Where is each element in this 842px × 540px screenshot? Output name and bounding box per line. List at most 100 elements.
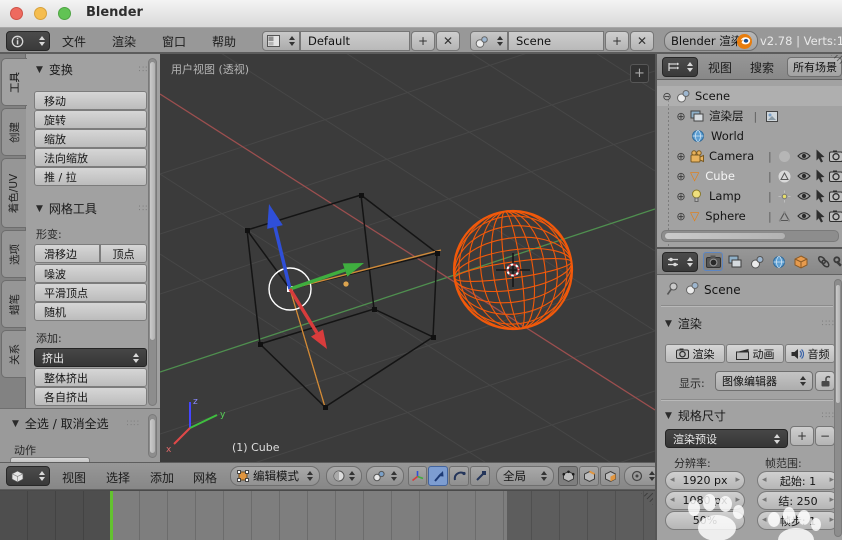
shelf-tab-tools[interactable]: 工具 bbox=[1, 58, 27, 106]
eye-icon[interactable] bbox=[797, 171, 811, 181]
outliner-row-sphere[interactable]: ⊕ ▽ Sphere | bbox=[657, 206, 842, 226]
mesh-menu[interactable]: 网格 bbox=[193, 469, 217, 486]
render-toggle-camera-icon[interactable] bbox=[829, 190, 842, 202]
cursor-select-icon[interactable] bbox=[815, 169, 826, 183]
shelf-scrollbar-track[interactable] bbox=[148, 58, 157, 406]
editor-type-3dview-button[interactable] bbox=[6, 466, 50, 486]
select-all-panel-header[interactable]: ▼ 全选 / 取消全选 ∷∷ bbox=[12, 415, 140, 432]
region-expand-button[interactable]: + bbox=[630, 64, 649, 83]
expand-icon[interactable]: ⊕ bbox=[675, 110, 687, 123]
mode-dropdown[interactable]: 编辑模式 bbox=[230, 466, 320, 486]
cursor-select-icon[interactable] bbox=[815, 209, 826, 223]
select-menu[interactable]: 选择 bbox=[106, 469, 130, 486]
manipulator-rotate-button[interactable] bbox=[449, 466, 469, 486]
rotate-button[interactable]: 旋转 bbox=[34, 110, 147, 129]
render-presets-dropdown[interactable]: 渲染预设 bbox=[665, 429, 788, 448]
tab-constraints[interactable] bbox=[813, 252, 833, 271]
outliner-view-menu[interactable]: 视图 bbox=[708, 59, 732, 76]
viewport-shading-dropdown[interactable] bbox=[326, 466, 362, 486]
outliner-row-cube[interactable]: ⊕ ▽ Cube | bbox=[657, 166, 842, 186]
editor-type-info-button[interactable] bbox=[6, 31, 50, 51]
manipulator-translate-button[interactable] bbox=[428, 466, 448, 486]
outliner-filter-dropdown[interactable]: 所有场景 bbox=[787, 57, 842, 77]
expand-icon[interactable]: ⊕ bbox=[675, 210, 687, 223]
properties-scrollbar-thumb[interactable] bbox=[835, 284, 841, 404]
menu-help[interactable]: 帮助 bbox=[212, 33, 236, 50]
collapse-icon[interactable]: ⊖ bbox=[661, 90, 673, 103]
pivot-point-dropdown[interactable] bbox=[366, 466, 404, 486]
dimensions-panel-header[interactable]: ▼ 规格尺寸 ∷∷ bbox=[665, 407, 835, 424]
tab-modifiers[interactable] bbox=[833, 252, 842, 271]
extrude-dropdown[interactable]: 挤出 bbox=[34, 348, 147, 367]
lower-scrollbar-track[interactable] bbox=[148, 414, 157, 458]
scale-button[interactable]: 缩放 bbox=[34, 129, 147, 148]
render-toggle-camera-icon[interactable] bbox=[829, 150, 842, 162]
menu-render[interactable]: 渲染 bbox=[112, 33, 136, 50]
cursor-select-icon[interactable] bbox=[815, 189, 826, 203]
expand-icon[interactable]: ⊕ bbox=[675, 190, 687, 203]
cursor-select-icon[interactable] bbox=[815, 149, 826, 163]
shelf-tab-relations[interactable]: 关系 bbox=[1, 330, 26, 378]
vertex-slide-button[interactable]: 顶点 bbox=[100, 244, 147, 263]
panel-grip-icon[interactable]: ∷∷ bbox=[822, 411, 835, 421]
translate-button[interactable]: 移动 bbox=[34, 91, 147, 110]
render-audio-button[interactable]: 音频 bbox=[785, 344, 835, 363]
manipulator-toggle-button[interactable] bbox=[408, 466, 427, 486]
shelf-tab-create[interactable]: 创建 bbox=[1, 108, 26, 156]
image-icon[interactable] bbox=[765, 110, 779, 123]
smooth-vertex-button[interactable]: 平滑顶点 bbox=[34, 283, 147, 302]
properties-scrollbar-track[interactable] bbox=[834, 279, 842, 537]
screen-layout-add-button[interactable]: + bbox=[411, 31, 435, 51]
shelf-tab-options[interactable]: 选项 bbox=[1, 230, 26, 278]
scene-name-field[interactable]: Scene bbox=[508, 31, 604, 51]
shelf-tab-grease-pencil[interactable]: 蜡笔 bbox=[1, 280, 26, 328]
noise-button[interactable]: 噪波 bbox=[34, 264, 147, 283]
preset-remove-button[interactable]: − bbox=[815, 426, 835, 446]
eye-icon[interactable] bbox=[797, 191, 811, 201]
outliner-row-camera[interactable]: ⊕ Camera | bbox=[657, 146, 842, 166]
render-animation-button[interactable]: 动画 bbox=[726, 344, 784, 363]
tab-render-layers[interactable] bbox=[725, 252, 745, 271]
screen-layout-delete-button[interactable]: ✕ bbox=[436, 31, 460, 51]
screen-layout-browse-button[interactable] bbox=[262, 31, 300, 51]
tab-render[interactable] bbox=[703, 252, 723, 271]
mesh-tools-panel-header[interactable]: ▼ 网格工具 ∷∷ bbox=[36, 200, 152, 217]
viewport-3d[interactable]: z y x 用户视图 (透视) (1) Cube + bbox=[160, 54, 655, 462]
face-select-mode-button[interactable] bbox=[600, 466, 620, 486]
editor-type-outliner-button[interactable] bbox=[662, 57, 698, 77]
outliner-row-world[interactable]: World bbox=[657, 126, 842, 146]
edge-slide-button[interactable]: 滑移边 bbox=[34, 244, 100, 263]
screen-layout-name-field[interactable]: Default bbox=[300, 31, 410, 51]
display-mode-dropdown[interactable]: 图像编辑器 bbox=[715, 371, 813, 391]
outliner-row-scene[interactable]: ⊖ Scene bbox=[657, 86, 842, 106]
shelf-scrollbar-thumb[interactable] bbox=[149, 61, 156, 341]
tab-world[interactable] bbox=[769, 252, 789, 271]
manipulator-y-arrow[interactable] bbox=[289, 268, 346, 291]
scene-delete-button[interactable]: ✕ bbox=[630, 31, 654, 51]
manipulator-scale-button[interactable] bbox=[470, 466, 490, 486]
outliner-hscrollbar-thumb[interactable] bbox=[664, 232, 786, 240]
tab-object[interactable] bbox=[791, 252, 811, 271]
edge-select-mode-button[interactable] bbox=[579, 466, 599, 486]
breadcrumb-id[interactable]: Scene bbox=[704, 283, 741, 297]
vertex-select-mode-button[interactable] bbox=[558, 466, 578, 486]
menu-window[interactable]: 窗口 bbox=[162, 33, 186, 50]
outliner-search-menu[interactable]: 搜索 bbox=[750, 59, 774, 76]
render-toggle-camera-icon[interactable] bbox=[829, 210, 842, 222]
manipulator-x-arrow[interactable] bbox=[288, 288, 319, 334]
window-close-button[interactable] bbox=[10, 7, 23, 20]
extrude-region-button[interactable]: 整体挤出 bbox=[34, 368, 147, 387]
outliner-row-render-layers[interactable]: ⊕ 渲染层 | bbox=[657, 106, 842, 126]
resolution-x-field[interactable]: ◂ 1920 px ▸ bbox=[665, 471, 745, 490]
preset-add-button[interactable]: + bbox=[790, 426, 814, 446]
add-menu[interactable]: 添加 bbox=[150, 469, 174, 486]
panel-grip-icon[interactable]: ∷∷ bbox=[822, 319, 835, 329]
panel-grip-icon[interactable]: ∷∷ bbox=[127, 419, 140, 429]
transform-orientation-dropdown[interactable]: 全局 bbox=[496, 466, 554, 486]
timeline-playhead[interactable] bbox=[110, 491, 113, 540]
render-panel-header[interactable]: ▼ 渲染 ∷∷ bbox=[665, 315, 835, 332]
lower-scrollbar-thumb[interactable] bbox=[149, 418, 156, 454]
render-toggle-camera-icon[interactable] bbox=[829, 170, 842, 182]
push-pull-button[interactable]: 推 / 拉 bbox=[34, 167, 147, 186]
pin-icon[interactable] bbox=[666, 282, 679, 296]
